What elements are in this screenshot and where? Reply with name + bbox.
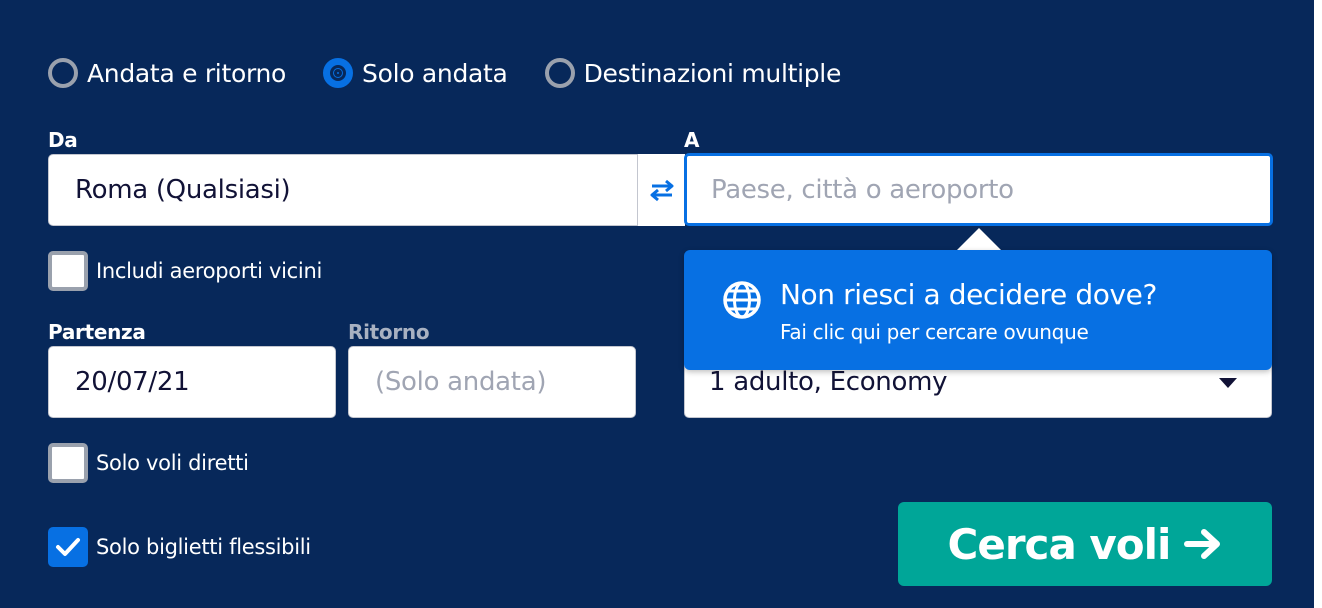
radio-circle-selected: [323, 58, 354, 88]
flexible-only-checkbox[interactable]: [48, 527, 88, 567]
nearby-airports-checkbox[interactable]: [48, 251, 88, 291]
swap-button[interactable]: [637, 154, 685, 226]
to-input[interactable]: Paese, città o aeroporto: [684, 153, 1273, 226]
adjacent-page-edge: [1314, 0, 1322, 608]
return-label: Ritorno: [348, 320, 430, 344]
popover-title: Non riesci a decidere dove?: [780, 278, 1157, 311]
departure-date-input[interactable]: 20/07/21: [48, 346, 336, 418]
popover-subtitle: Fai clic qui per cercare ovunque: [780, 320, 1089, 344]
search-button-label: Cerca voli: [947, 519, 1172, 569]
radio-round-trip[interactable]: Andata e ritorno: [48, 58, 286, 88]
search-anywhere-popover[interactable]: Non riesci a decidere dove? Fai clic qui…: [684, 250, 1272, 370]
radio-circle: [544, 58, 575, 88]
nearby-airports-checkbox-row[interactable]: Includi aeroporti vicini: [48, 251, 322, 291]
nearby-airports-label: Includi aeroporti vicini: [96, 259, 322, 283]
departure-label: Partenza: [48, 320, 146, 344]
direct-only-checkbox[interactable]: [48, 443, 88, 483]
trip-type-radio-group: Andata e ritorno Solo andata Destinazion…: [48, 58, 878, 88]
from-label: Da: [48, 128, 78, 152]
return-date-input[interactable]: (Solo andata): [348, 346, 636, 418]
search-flights-button[interactable]: Cerca voli: [898, 502, 1272, 586]
radio-label: Andata e ritorno: [87, 58, 287, 88]
radio-label: Solo andata: [362, 58, 508, 88]
direct-only-label: Solo voli diretti: [96, 451, 249, 475]
flexible-only-label: Solo biglietti flessibili: [96, 535, 311, 559]
direct-only-checkbox-row[interactable]: Solo voli diretti: [48, 443, 249, 483]
radio-circle: [48, 58, 78, 88]
arrow-right-icon: [1184, 529, 1221, 559]
flexible-only-checkbox-row[interactable]: Solo biglietti flessibili: [48, 527, 311, 567]
swap-arrows-icon: [650, 179, 673, 202]
passengers-value: 1 adulto, Economy: [709, 367, 948, 397]
checkmark-icon: [56, 538, 80, 556]
radio-one-way[interactable]: Solo andata: [323, 58, 508, 88]
from-input[interactable]: Roma (Qualsiasi): [48, 154, 638, 226]
radio-multi-city[interactable]: Destinazioni multiple: [544, 58, 842, 88]
globe-icon: [723, 281, 761, 319]
radio-label: Destinazioni multiple: [583, 58, 842, 88]
popover-arrow: [955, 228, 1003, 252]
caret-down-icon: [1219, 378, 1237, 388]
to-label: A: [684, 128, 700, 152]
